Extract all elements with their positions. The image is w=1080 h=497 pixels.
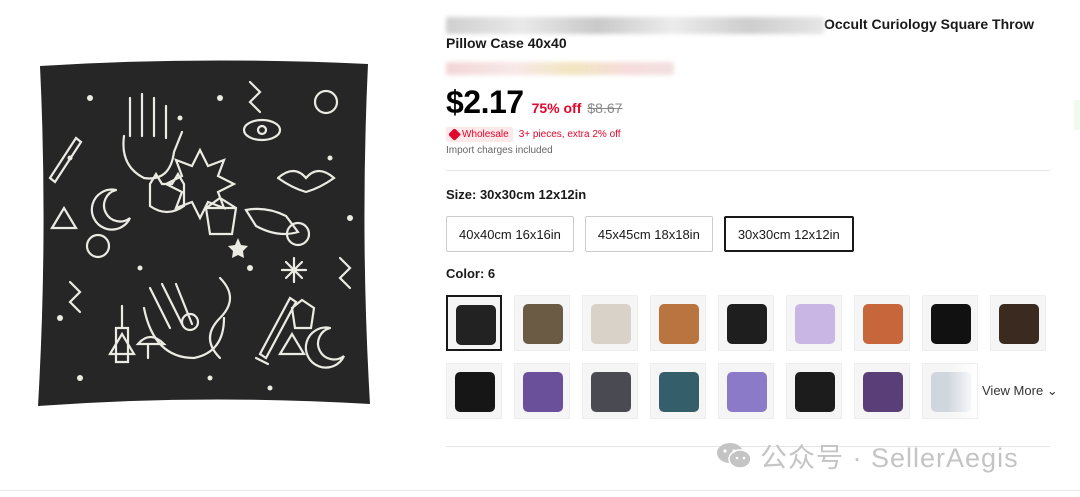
divider xyxy=(446,170,1050,171)
view-more-label: View More xyxy=(982,383,1044,398)
swatch-image xyxy=(455,372,495,412)
tag-icon xyxy=(448,128,461,141)
price-row: $2.17 75% off $8.67 xyxy=(446,84,622,121)
swatch-image xyxy=(523,304,563,344)
swatch-image xyxy=(727,372,767,412)
color-swatch[interactable] xyxy=(650,363,706,419)
color-swatch[interactable] xyxy=(514,295,570,351)
discount-percent: 75% off xyxy=(531,100,582,116)
wholesale-badge[interactable]: Wholesale xyxy=(446,127,513,142)
size-options: 40x40cm 16x16in 45x45cm 18x18in 30x30cm … xyxy=(446,216,854,252)
color-swatch[interactable] xyxy=(582,295,638,351)
product-image[interactable] xyxy=(30,58,375,410)
swatch-image xyxy=(795,304,835,344)
watermark: 公众号 · SellerAegis xyxy=(716,436,1019,475)
color-swatch[interactable] xyxy=(446,363,502,419)
wholesale-badge-label: Wholesale xyxy=(462,129,509,140)
color-swatch[interactable] xyxy=(582,363,638,419)
swatch-image xyxy=(863,304,903,344)
import-charges-note: Import charges included xyxy=(446,145,553,156)
swatch-image xyxy=(659,304,699,344)
color-swatch[interactable] xyxy=(718,363,774,419)
current-price: $2.17 xyxy=(446,84,524,120)
size-label: Size: 30x30cm 12x12in xyxy=(446,187,587,202)
color-swatch[interactable] xyxy=(786,363,842,419)
swatch-image xyxy=(523,372,563,412)
swatch-image xyxy=(931,304,971,344)
swatch-image xyxy=(591,304,631,344)
size-option-45x45[interactable]: 45x45cm 18x18in xyxy=(584,216,713,252)
swatch-image xyxy=(659,372,699,412)
color-swatch[interactable] xyxy=(922,363,978,419)
color-swatch[interactable] xyxy=(854,363,910,419)
size-option-40x40[interactable]: 40x40cm 16x16in xyxy=(446,216,574,252)
color-swatch[interactable] xyxy=(786,295,842,351)
swatch-image xyxy=(727,304,767,344)
side-panel-edge xyxy=(1074,100,1080,130)
blurred-title-prefix xyxy=(446,16,824,34)
swatch-image xyxy=(456,305,496,345)
size-option-30x30[interactable]: 30x30cm 12x12in xyxy=(723,216,854,252)
blurred-rating-row xyxy=(446,62,674,75)
swatch-image xyxy=(795,372,835,412)
color-swatch[interactable] xyxy=(650,295,706,351)
watermark-text: 公众号 · SellerAegis xyxy=(760,443,1019,473)
product-title: Occult Curiology Square Throw Pillow Cas… xyxy=(446,15,1046,52)
color-swatch[interactable] xyxy=(446,295,502,351)
color-swatch[interactable] xyxy=(990,295,1046,351)
swatch-image xyxy=(591,372,631,412)
wholesale-row: Wholesale 3+ pieces, extra 2% off xyxy=(446,127,621,142)
color-swatch[interactable] xyxy=(514,363,570,419)
color-swatch[interactable] xyxy=(854,295,910,351)
wholesale-offer: 3+ pieces, extra 2% off xyxy=(518,129,621,140)
color-label: Color: 6 xyxy=(446,266,496,281)
swatch-image xyxy=(999,304,1039,344)
original-price: $8.67 xyxy=(587,100,623,116)
bottom-border xyxy=(0,490,1080,491)
wechat-icon xyxy=(717,442,752,469)
swatch-image xyxy=(863,372,903,412)
color-swatch[interactable] xyxy=(922,295,978,351)
chevron-down-icon: ⌄ xyxy=(1046,383,1058,398)
view-more-link[interactable]: View More ⌄ xyxy=(982,383,1058,399)
color-swatch[interactable] xyxy=(718,295,774,351)
